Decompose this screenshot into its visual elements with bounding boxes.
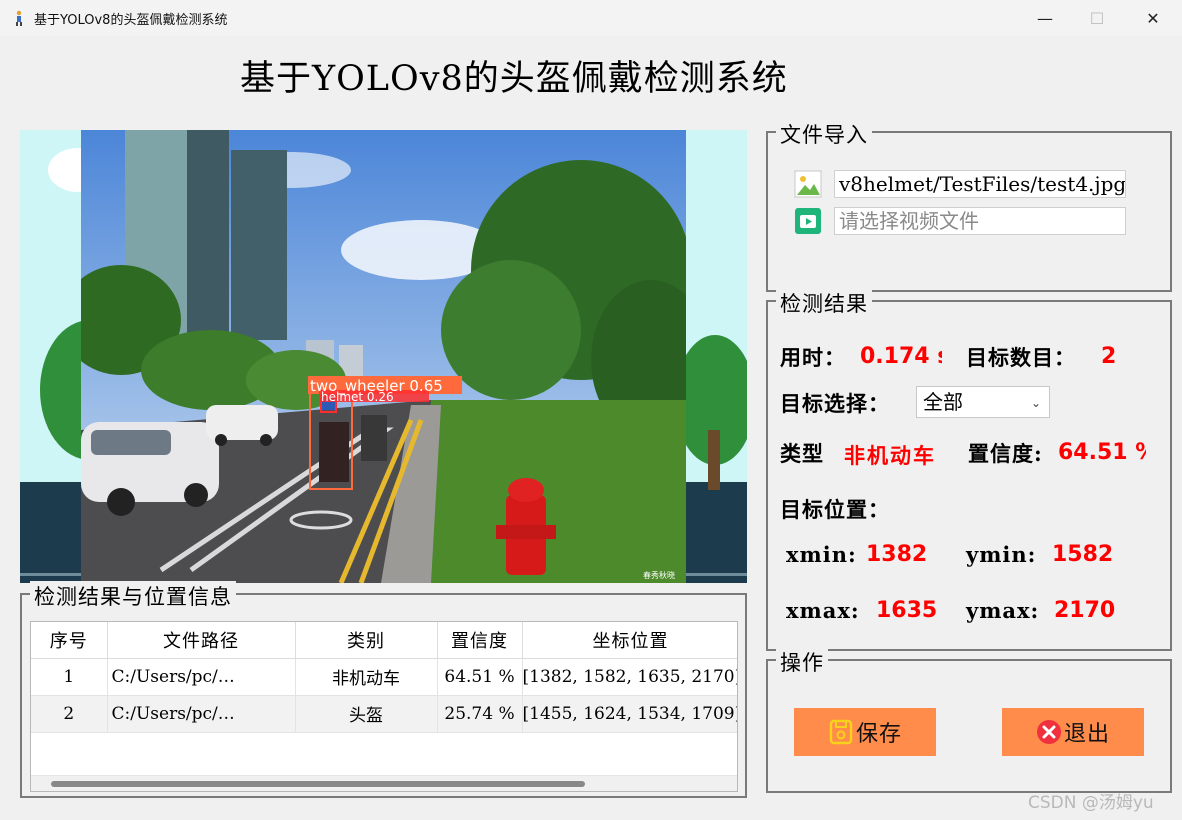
target-position-label: 目标位置： — [780, 497, 890, 522]
video-path-field[interactable]: 请选择视频文件 — [834, 207, 1126, 235]
window-title-bar: 基于YOLOv8的头盔佩戴检测系统 — ☐ ✕ — [0, 0, 1182, 36]
ymin-value: 1582 — [1052, 542, 1114, 567]
file-import-title: 文件导入 — [776, 119, 872, 149]
type-value: 非机动车 — [844, 443, 936, 468]
table-cell: C:/Users/pc/… — [107, 658, 296, 695]
image-file-row: v8helmet/TestFiles/test4.jpg — [794, 170, 1126, 198]
column-header-category[interactable]: 类别 — [295, 622, 438, 659]
target-select-dropdown[interactable]: 全部 ⌄ — [916, 386, 1050, 418]
target-count-value: 2 — [1101, 344, 1117, 369]
window-title: 基于YOLOv8的头盔佩戴检测系统 — [34, 13, 228, 28]
table-cell: 1 — [31, 658, 108, 695]
detection-label-helmet: helmet 0.26 — [321, 390, 394, 404]
target-count-label: 目标数目： — [966, 345, 1076, 370]
table-cell: 非机动车 — [295, 658, 438, 695]
maximize-button[interactable]: ☐ — [1074, 0, 1120, 36]
xmax-value: 1635 — [876, 598, 938, 623]
save-button[interactable]: 保存 — [794, 708, 936, 756]
operations-group: 操作 保存 退出 — [766, 647, 1172, 793]
scrollbar-thumb[interactable] — [51, 781, 585, 787]
column-header-index[interactable]: 序号 — [31, 622, 108, 659]
time-label: 用时： — [780, 345, 846, 370]
type-label: 类型 — [780, 441, 824, 466]
ymax-label: ymax: — [966, 598, 1040, 623]
table-header-row: 序号 文件路径 类别 置信度 坐标位置 — [31, 622, 737, 659]
exit-label: 退出 — [1063, 722, 1110, 747]
target-select-value: 全部 — [923, 390, 963, 414]
exit-button[interactable]: 退出 — [1002, 708, 1144, 756]
save-icon — [829, 719, 853, 745]
operations-title: 操作 — [776, 647, 828, 677]
table-cell: 头盔 — [295, 694, 438, 733]
table-cell: C:/Users/pc/… — [107, 694, 296, 733]
detection-result-title: 检测结果 — [776, 288, 872, 318]
photo-credit: 春秀秋晓 — [643, 570, 675, 580]
result-table[interactable]: 序号 文件路径 类别 置信度 坐标位置 1 C:/Users/pc/… 非机动车… — [30, 621, 738, 792]
close-circle-icon — [1036, 720, 1061, 744]
detection-result-group: 检测结果 用时： 0.174 s 目标数目： 2 目标选择： 全部 ⌄ 类型 非… — [766, 288, 1172, 651]
file-import-group: 文件导入 v8helmet/TestFiles/test4.jpg 请选择视频文… — [766, 119, 1172, 292]
table-cell: [1455, 1624, 1534, 1709] — [522, 694, 737, 733]
table-cell: 2 — [31, 694, 108, 733]
main-window: 基于YOLOv8的头盔佩戴检测系统 two_wheeler 0.65 helme… — [0, 36, 1182, 820]
result-table-grid: 序号 文件路径 类别 置信度 坐标位置 1 C:/Users/pc/… 非机动车… — [31, 622, 737, 733]
xmax-label: xmax: — [786, 598, 860, 623]
image-display: two_wheeler 0.65 helmet 0.26 春秀秋晓 — [20, 130, 747, 583]
confidence-label: 置信度: — [968, 441, 1043, 466]
table-cell: 64.51 % — [437, 658, 523, 695]
xmin-value: 1382 — [866, 542, 928, 567]
close-button[interactable]: ✕ — [1130, 0, 1176, 36]
video-file-row: 请选择视频文件 — [794, 207, 1126, 235]
table-cell: 25.74 % — [437, 694, 523, 733]
result-table-group: 检测结果与位置信息 序号 文件路径 类别 置信度 坐标位置 1 C:/Users… — [20, 581, 747, 798]
horizontal-scrollbar[interactable] — [31, 775, 737, 791]
image-path-field[interactable]: v8helmet/TestFiles/test4.jpg — [834, 170, 1126, 198]
xmin-label: xmin: — [786, 542, 857, 567]
confidence-value: 64.51 % — [1058, 440, 1146, 465]
save-label: 保存 — [855, 722, 902, 747]
app-icon — [16, 10, 22, 26]
table-row[interactable]: 2 C:/Users/pc/… 头盔 25.74 % [1455, 1624, … — [31, 694, 737, 733]
ymin-label: ymin: — [966, 542, 1037, 567]
image-file-icon[interactable] — [794, 170, 822, 198]
ymax-value: 2170 — [1054, 598, 1116, 623]
watermark: CSDN @汤姆yu — [1028, 793, 1154, 813]
table-cell: [1382, 1582, 1635, 2170] — [522, 658, 737, 695]
column-header-file-path[interactable]: 文件路径 — [107, 622, 296, 659]
column-header-coordinates[interactable]: 坐标位置 — [522, 622, 737, 659]
minimize-button[interactable]: — — [1022, 0, 1068, 36]
chevron-down-icon: ⌄ — [1030, 396, 1041, 410]
video-file-icon[interactable] — [794, 207, 822, 235]
time-value: 0.174 s — [860, 344, 942, 369]
page-title: 基于YOLOv8的头盔佩戴检测系统 — [240, 59, 788, 99]
result-table-title: 检测结果与位置信息 — [30, 581, 236, 611]
column-header-confidence[interactable]: 置信度 — [437, 622, 523, 659]
target-select-label: 目标选择： — [780, 391, 890, 416]
detection-photo: two_wheeler 0.65 helmet 0.26 春秀秋晓 — [81, 130, 686, 583]
table-row[interactable]: 1 C:/Users/pc/… 非机动车 64.51 % [1382, 1582… — [31, 658, 737, 695]
